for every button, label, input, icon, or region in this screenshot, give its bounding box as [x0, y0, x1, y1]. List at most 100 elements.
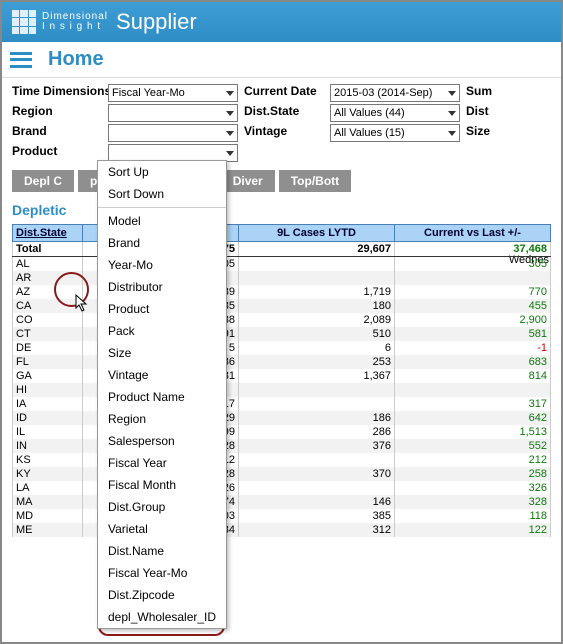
tab-0[interactable]: Depl C [12, 170, 74, 192]
dim-item[interactable]: Brand [98, 232, 226, 254]
dim-item[interactable]: Product [98, 298, 226, 320]
table-row[interactable]: AZ2,4891,719770 [13, 285, 551, 299]
vintage-select[interactable]: All Values (15) [330, 124, 460, 142]
total-label: Total [13, 242, 83, 257]
cell-diff: 2,900 [395, 313, 551, 327]
table-row[interactable]: CA635180455 [13, 299, 551, 313]
dim-item[interactable]: Region [98, 408, 226, 430]
chevron-down-icon [226, 111, 234, 116]
page-title[interactable]: Home [48, 48, 104, 71]
dim-item[interactable]: Dist.Name [98, 540, 226, 562]
cell-lytd: 376 [239, 439, 395, 453]
total-lytd: 29,607 [239, 242, 395, 257]
table-row[interactable]: IL1,7992861,513 [13, 425, 551, 439]
table-row[interactable]: MD503385118 [13, 509, 551, 523]
table-row[interactable]: CO4,9882,0892,900 [13, 313, 551, 327]
cell-key: KY [13, 467, 83, 481]
dim-item[interactable]: Model [98, 210, 226, 232]
table-row[interactable]: IN928376552 [13, 439, 551, 453]
table-row[interactable]: FL936253683 [13, 355, 551, 369]
dim-item[interactable]: Vintage [98, 364, 226, 386]
cell-key: IN [13, 439, 83, 453]
cell-key: MA [13, 495, 83, 509]
cell-key: LA [13, 481, 83, 495]
cell-key: CO [13, 313, 83, 327]
tab-4[interactable]: Top/Bott [279, 170, 351, 192]
table-row[interactable]: AR [13, 271, 551, 285]
dim-item[interactable]: Salesperson [98, 430, 226, 452]
table-row[interactable]: AL305305 [13, 257, 551, 272]
cell-lytd [239, 397, 395, 411]
cell-diff: 122 [395, 523, 551, 537]
total-diff: 37,468 [395, 242, 551, 257]
dim-item[interactable]: Year-Mo [98, 254, 226, 276]
curdate-select[interactable]: 2015-03 (2014-Sep) [330, 84, 460, 102]
chevron-down-icon [448, 131, 456, 136]
cell-diff: 212 [395, 453, 551, 467]
dim-item[interactable]: Size [98, 342, 226, 364]
table-row[interactable]: KS212212 [13, 453, 551, 467]
dim-item[interactable]: Dist.Zipcode [98, 584, 226, 606]
cell-lytd: 1,719 [239, 285, 395, 299]
tab-3[interactable]: Diver [221, 170, 275, 192]
table-row[interactable]: LA326326 [13, 481, 551, 495]
cell-lytd [239, 257, 395, 272]
region-select[interactable] [108, 104, 238, 122]
cell-key: CT [13, 327, 83, 341]
table-row[interactable]: ME434312122 [13, 523, 551, 537]
brand-select[interactable] [108, 124, 238, 142]
dim-item[interactable]: Distributor [98, 276, 226, 298]
table-row[interactable]: DE56-1 [13, 341, 551, 355]
cell-lytd: 385 [239, 509, 395, 523]
cell-diff: 683 [395, 355, 551, 369]
dim-item[interactable]: Dist.Group [98, 496, 226, 518]
data-table: Dist.State 9L Cases YTD 9L Cases LYTD Cu… [12, 224, 551, 537]
table-row[interactable]: MA474146328 [13, 495, 551, 509]
product-label: Product [12, 144, 102, 162]
summary-label: Sum [466, 84, 551, 102]
chevron-down-icon [226, 151, 234, 156]
cell-key: ID [13, 411, 83, 425]
col-header-diststate[interactable]: Dist.State [13, 225, 83, 242]
dim-item[interactable]: Product Name [98, 386, 226, 408]
cell-diff: 305 [395, 257, 551, 272]
cell-key: AZ [13, 285, 83, 299]
cell-key: AL [13, 257, 83, 272]
cell-lytd: 1,367 [239, 369, 395, 383]
dim-item[interactable]: Varietal [98, 518, 226, 540]
cell-diff: -1 [395, 341, 551, 355]
diststate-select[interactable]: All Values (44) [330, 104, 460, 122]
table-row[interactable]: ID829186642 [13, 411, 551, 425]
cell-key: AR [13, 271, 83, 285]
dim-item[interactable]: Fiscal Month [98, 474, 226, 496]
cell-key: CA [13, 299, 83, 313]
dim-item[interactable]: Pack [98, 320, 226, 342]
table-row[interactable]: GA2,1811,367814 [13, 369, 551, 383]
menu-icon[interactable] [10, 52, 32, 68]
cell-key: ME [13, 523, 83, 537]
cell-diff: 326 [395, 481, 551, 495]
sort-down-item[interactable]: Sort Down [98, 183, 226, 205]
table-row[interactable]: KY628370258 [13, 467, 551, 481]
cell-diff: 455 [395, 299, 551, 313]
cell-lytd [239, 383, 395, 397]
time-dim-select[interactable]: Fiscal Year-Mo [108, 84, 238, 102]
cell-diff: 328 [395, 495, 551, 509]
cell-key: KS [13, 453, 83, 467]
curdate-label: Current Date [244, 84, 324, 102]
dim-item[interactable]: Fiscal Year [98, 452, 226, 474]
cell-diff [395, 271, 551, 285]
cell-diff: 552 [395, 439, 551, 453]
sort-up-item[interactable]: Sort Up [98, 161, 226, 183]
table-row[interactable]: CT1,091510581 [13, 327, 551, 341]
table-row[interactable]: IA317317 [13, 397, 551, 411]
table-row[interactable]: HI [13, 383, 551, 397]
cell-diff: 118 [395, 509, 551, 523]
col-header-diff[interactable]: Current vs Last +/- [395, 225, 551, 242]
section-title: Depletic [2, 196, 561, 224]
context-menu: Sort Up Sort Down ModelBrandYear-MoDistr… [97, 160, 227, 629]
dim-item[interactable]: Fiscal Year-Mo [98, 562, 226, 584]
cell-lytd: 2,089 [239, 313, 395, 327]
col-header-lytd[interactable]: 9L Cases LYTD [239, 225, 395, 242]
dim-item[interactable]: depl_Wholesaler_ID [98, 606, 226, 628]
